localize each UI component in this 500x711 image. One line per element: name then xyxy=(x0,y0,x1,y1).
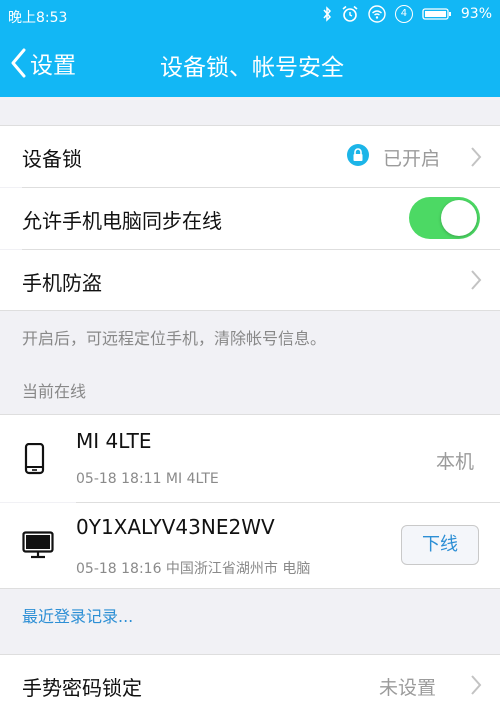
sync-online-row: 允许手机电脑同步在线 xyxy=(0,188,500,249)
device-row-phone: MI 4LTE 05-18 18:11 MI 4LTE 本机 xyxy=(0,415,500,502)
section-header-online: 当前在线 xyxy=(22,382,87,401)
status-time: 晚上8:53 xyxy=(8,10,68,26)
gesture-lock-label: 手势密码锁定 xyxy=(22,676,142,700)
divider xyxy=(0,588,500,589)
notification-badge-icon: 4 xyxy=(394,5,413,23)
device-lock-row[interactable]: 设备锁 已开启 xyxy=(0,126,500,187)
chevron-right-icon xyxy=(471,147,482,167)
bluetooth-icon xyxy=(323,6,331,22)
chevron-right-icon xyxy=(471,270,482,290)
battery-percent: 93% xyxy=(460,6,492,22)
divider xyxy=(0,310,500,311)
sync-online-toggle[interactable] xyxy=(409,197,480,239)
device-name: MI 4LTE xyxy=(76,429,152,453)
chevron-right-icon xyxy=(471,675,482,695)
recent-login-link[interactable]: 最近登录记录... xyxy=(22,603,133,627)
lock-icon xyxy=(347,144,369,166)
anti-theft-note: 开启后，可远程定位手机，清除帐号信息。 xyxy=(22,329,327,348)
nav-bar: 设置 设备锁、帐号安全 xyxy=(0,30,500,97)
anti-theft-label: 手机防盗 xyxy=(22,271,102,295)
device-lock-status: 已开启 xyxy=(383,148,441,170)
gesture-lock-row[interactable]: 手势密码锁定 未设置 xyxy=(0,655,500,711)
offline-button[interactable]: 下线 xyxy=(401,525,479,565)
status-icons: 4 93% xyxy=(322,5,492,23)
device-detail: 05-18 18:11 MI 4LTE xyxy=(76,471,219,487)
gesture-lock-status: 未设置 xyxy=(379,677,437,699)
status-bar: 晚上8:53 4 93% xyxy=(0,0,500,30)
wifi-icon xyxy=(368,5,386,23)
sync-online-label: 允许手机电脑同步在线 xyxy=(22,209,222,233)
device-lock-label: 设备锁 xyxy=(22,147,82,171)
device-name: 0Y1XALYV43NE2WV xyxy=(76,515,275,539)
phone-icon xyxy=(24,443,45,475)
anti-theft-row[interactable]: 手机防盗 xyxy=(0,250,500,310)
computer-icon xyxy=(22,531,54,559)
alarm-icon xyxy=(342,5,358,22)
device-detail: 05-18 18:16 中国浙江省湖州市 电脑 xyxy=(76,561,311,577)
toggle-knob xyxy=(441,200,477,236)
device-row-computer: 0Y1XALYV43NE2WV 05-18 18:16 中国浙江省湖州市 电脑 … xyxy=(0,503,500,588)
battery-icon xyxy=(422,8,451,20)
this-device-tag: 本机 xyxy=(436,451,475,473)
page-title: 设备锁、帐号安全 xyxy=(160,55,344,81)
